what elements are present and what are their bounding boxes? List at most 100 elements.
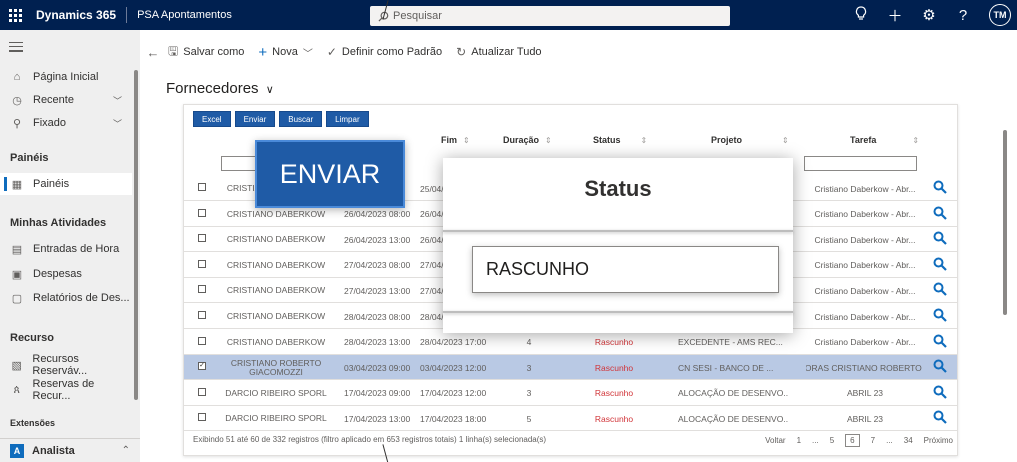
back-arrow-icon[interactable]: ← [140,45,166,60]
cell-name: DARCIO RIBEIRO SPORL [225,387,327,398]
refresh-all-label: Atualizar Tudo [471,46,542,58]
excel-button[interactable]: Excel [193,111,231,127]
row-checkbox[interactable] [198,413,206,422]
sidebar-item-paineis[interactable]: ▦ Painéis [0,173,132,195]
lightbulb-icon[interactable] [853,5,869,25]
sidebar-item-label: Recente [33,94,74,106]
brand-name[interactable]: Dynamics 365 [30,7,128,23]
sidebar-item-recent[interactable]: ◷ Recente ﹀ [0,89,132,111]
column-header-duracao[interactable]: Duração ⇕ [503,135,552,145]
column-header-label: Duração [503,135,540,145]
limpar-button[interactable]: Limpar [326,111,369,127]
row-checkbox[interactable] [198,208,206,217]
refresh-all-button[interactable]: ↻ Atualizar Tudo [456,45,541,59]
sidebar-item-home[interactable]: ⌂ Página Inicial [0,66,132,88]
dashboard-icon: ▦ [11,178,23,191]
row-checkbox[interactable] [198,285,206,294]
pager-page[interactable]: 1 [797,436,801,445]
row-checkbox[interactable] [198,183,206,191]
area-switcher[interactable]: A Analista ⌃ [0,438,140,462]
search-placeholder: Pesquisar [393,10,442,22]
search-icon[interactable] [933,385,947,403]
help-icon[interactable]: ? [955,7,971,24]
cell-status: Rascunho [594,362,634,373]
search-icon[interactable] [933,231,947,249]
cell-name: CRISTIANO ROBERTO GIACOMOZZI [230,357,322,377]
pager-next[interactable]: Próximo [924,436,953,445]
pager-ellipsis: ... [812,435,819,445]
receipt-icon: ▣ [11,268,23,281]
table-row[interactable]: ✓ CRISTIANO ROBERTO GIACOMOZZI 03/04/2023 … [184,355,957,381]
search-icon[interactable] [933,206,947,224]
set-default-button[interactable]: ✓ Definir como Padrão [327,45,442,59]
sidebar-item-pinned[interactable]: ⚲ Fixado ﹀ [0,112,132,134]
row-checkbox[interactable]: ✓ [198,362,206,371]
menu-icon[interactable] [9,42,23,55]
cell-task: Cristiano Daberkow - Abr... [814,234,916,245]
app-launcher-icon[interactable] [0,0,30,30]
sidebar-item-label: Recursos Reserváv... [32,353,88,377]
avatar[interactable]: TM [989,4,1011,26]
sidebar-item-reservas[interactable]: ጰ Reservas de Recur... [0,378,132,402]
save-as-button[interactable]: 🖫 Salvar como [168,42,244,63]
sort-icon: ⇕ [545,136,552,145]
view-selector[interactable]: Fornecedores ∨ [166,80,274,97]
cell-end: 17/04/2023 18:00 [420,413,487,424]
pin-icon: ⚲ [12,117,22,130]
sidebar-scrollbar[interactable] [134,70,138,400]
sidebar-item-label: Entradas de Hora [33,243,120,255]
sort-icon: ⇕ [640,136,648,145]
search-icon[interactable] [933,308,947,326]
cell-task: Cristiano Daberkow - Abr... [814,209,916,220]
search-input[interactable]: Pesquisar [370,6,730,26]
sort-icon: ⇕ [782,136,789,145]
search-icon[interactable] [933,282,947,300]
sidebar-item-entradas[interactable]: ▤ Entradas de Hora [0,238,132,260]
row-checkbox[interactable] [198,311,206,319]
chevron-down-icon: ∨ [265,84,274,96]
pager-page[interactable]: 7 [871,436,875,445]
search-icon[interactable] [933,359,947,377]
row-checkbox[interactable] [198,259,206,268]
column-header-fim[interactable]: Fim ⇕ [441,135,470,145]
sidebar-item-despesas[interactable]: ▣ Despesas [0,263,132,285]
column-header-status[interactable]: Status ⇕ [593,135,647,145]
pager-prev[interactable]: Voltar [765,436,785,445]
cell-dur: 3 [526,362,532,373]
table-row[interactable]: CRISTIANO DABERKOW 28/04/2023 13:00 28/04/… [184,330,957,355]
search-icon[interactable] [933,410,947,428]
buscar-button[interactable]: Buscar [279,111,323,127]
search-icon[interactable] [933,180,947,198]
column-header-tarefa[interactable]: Tarefa ⇕ [850,135,919,145]
gear-icon[interactable]: ⚙ [921,6,937,24]
plus-icon: + [258,43,268,61]
table-row[interactable]: DARCIO RIBEIRO SPORL 17/04/2023 13:00 17/0… [184,406,957,432]
plus-icon[interactable]: ＋ [887,5,903,26]
sidebar-item-recursos[interactable]: ▧ Recursos Reserváv... [0,353,132,377]
cell-end: 17/04/2023 12:00 [420,388,487,399]
cell-dur: 3 [526,388,532,399]
row-checkbox[interactable] [198,387,206,396]
pager-current-page[interactable]: 6 [845,433,860,447]
filter-input-tarefa[interactable] [804,156,917,171]
cell-start: 03/04/2023 09:00 [344,362,411,373]
table-row[interactable]: DARCIO RIBEIRO SPORL 17/04/2023 09:00 17/0… [184,381,957,406]
cell-task: HORAS CRISTIANO ROBERTO ... [806,362,924,373]
row-checkbox[interactable] [198,336,206,345]
main-scrollbar[interactable] [1003,130,1007,315]
cell-project: EXCEDENTE - AMS REC... [678,337,783,348]
pager: Voltar 1 ... 5 6 7 ... 34 Próximo [765,432,953,448]
pager-page[interactable]: 5 [830,436,834,445]
report-icon: ▢ [11,292,23,305]
enviar-button[interactable]: Enviar [234,111,276,127]
row-checkbox[interactable] [198,234,206,243]
app-name[interactable]: PSA Apontamentos [127,9,232,21]
save-as-label: Salvar como [183,46,245,58]
column-header-projeto[interactable]: Projeto ⇕ [711,135,789,145]
new-button[interactable]: + Nova ﹀ [258,44,312,61]
pager-page[interactable]: 34 [904,436,913,445]
sidebar-item-relatorios[interactable]: ▢ Relatórios de Des... [0,287,132,309]
search-icon[interactable] [933,334,947,352]
column-header-label: Status [593,135,621,145]
search-icon[interactable] [933,257,947,275]
